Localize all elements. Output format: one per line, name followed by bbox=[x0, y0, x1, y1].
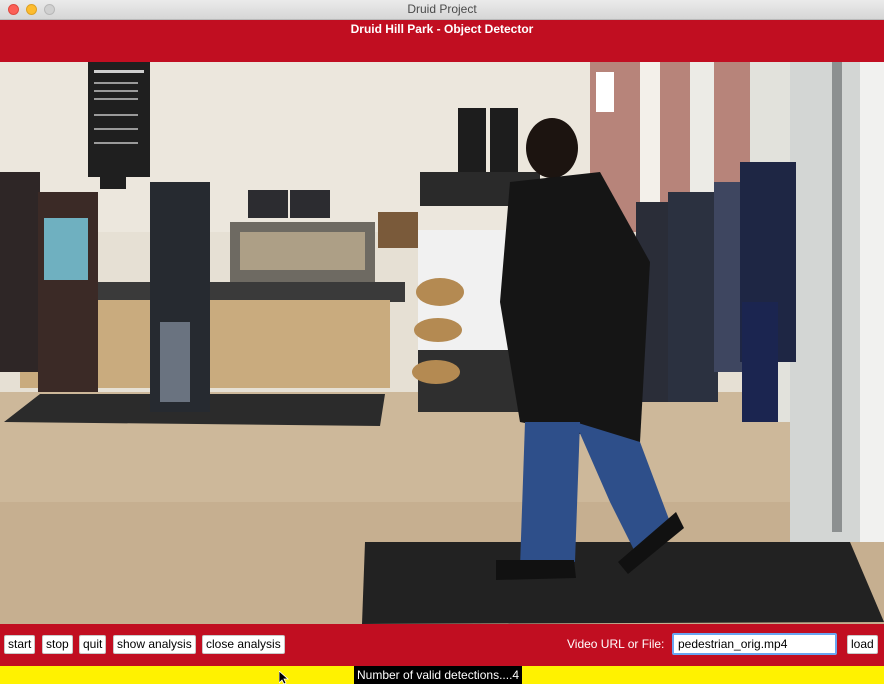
controls-bar: start stop quit show analysis close anal… bbox=[0, 624, 884, 666]
detections-status: Number of valid detections....4 bbox=[354, 666, 523, 684]
window-titlebar: Druid Project bbox=[0, 0, 884, 20]
video-frame bbox=[0, 62, 884, 624]
quit-button[interactable]: quit bbox=[79, 635, 107, 654]
load-button[interactable]: load bbox=[847, 635, 878, 654]
app-title: Druid Hill Park - Object Detector bbox=[350, 22, 534, 36]
start-button[interactable]: start bbox=[4, 635, 36, 654]
app-header: Druid Hill Park - Object Detector bbox=[0, 20, 884, 62]
video-url-label: Video URL or File: bbox=[567, 637, 665, 651]
status-bar: Number of valid detections....4 bbox=[0, 666, 884, 684]
show-analysis-button[interactable]: show analysis bbox=[113, 635, 196, 654]
window-title: Druid Project bbox=[407, 2, 477, 16]
video-url-input[interactable] bbox=[672, 633, 837, 655]
close-analysis-button[interactable]: close analysis bbox=[202, 635, 285, 654]
video-scene-image bbox=[0, 62, 884, 624]
mouse-cursor-icon bbox=[279, 671, 289, 684]
stop-button[interactable]: stop bbox=[42, 635, 73, 654]
